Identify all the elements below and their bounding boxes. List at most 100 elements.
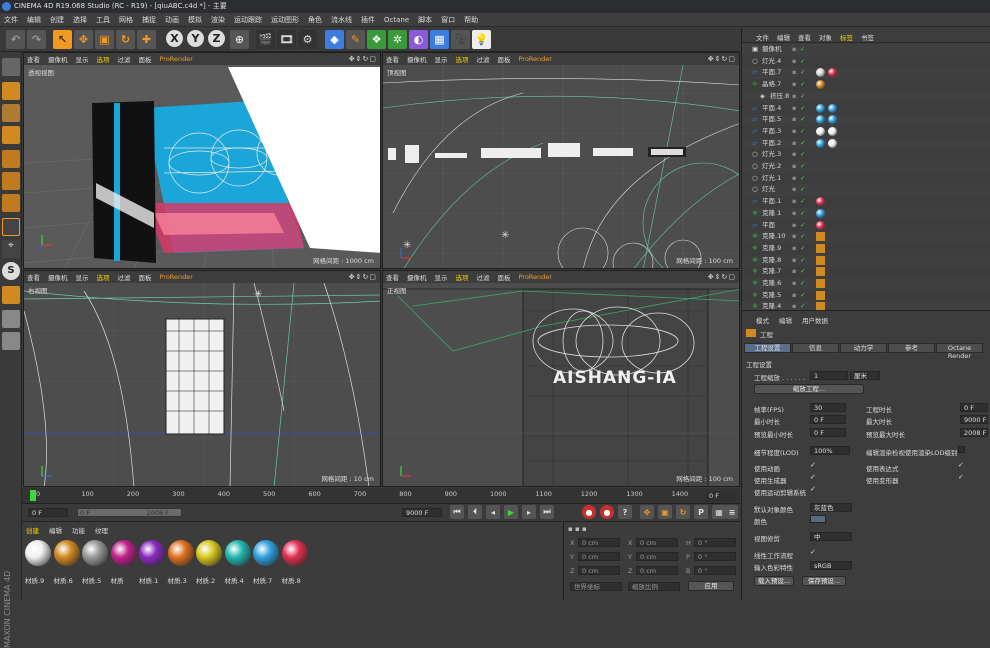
visibility-toggle[interactable]: ▪ <box>792 173 796 185</box>
view-clipping-select[interactable]: 中 <box>810 532 852 541</box>
material-tag[interactable] <box>816 80 825 90</box>
material-ball[interactable] <box>53 540 80 566</box>
viewport-menu-item[interactable]: 面板 <box>498 54 511 64</box>
viewport-menu-item[interactable]: 过滤 <box>118 54 131 64</box>
visibility-toggle[interactable]: ▪ <box>792 290 796 302</box>
attribute-subtab[interactable]: 动力学 <box>840 343 887 353</box>
pla-key-icon[interactable]: ▦ <box>712 505 726 519</box>
material-tag[interactable] <box>828 68 837 78</box>
material-ball[interactable] <box>167 540 194 566</box>
menu-item[interactable]: 运动跟踪 <box>234 15 262 25</box>
preview-min-field[interactable]: 0 F <box>810 428 846 437</box>
material-tag[interactable] <box>816 138 825 148</box>
object-name[interactable]: 平面.3 <box>762 126 781 138</box>
menu-item[interactable]: 文件 <box>4 15 18 25</box>
enabled-check[interactable]: ✓ <box>800 67 805 79</box>
visibility-toggle[interactable]: ▪ <box>792 266 796 278</box>
array-icon[interactable]: ✲ <box>388 30 407 49</box>
save-preset-button[interactable]: 保存预设... <box>802 576 846 586</box>
material-ball[interactable] <box>196 540 222 566</box>
menu-item[interactable]: 网格 <box>119 15 133 25</box>
object-name[interactable]: 摄像机 <box>762 44 782 56</box>
viewport-menu-item[interactable]: 显示 <box>435 54 448 64</box>
visibility-toggle[interactable]: ▪ <box>792 184 796 196</box>
enabled-check[interactable]: ✓ <box>800 231 805 243</box>
texture-tag-icon[interactable] <box>816 290 825 300</box>
use-animation-checkbox[interactable]: ✓ <box>810 462 817 469</box>
cube-icon[interactable]: ◆ <box>325 30 344 49</box>
y-axis-lock-icon[interactable]: Y <box>187 30 204 47</box>
attribute-subtab[interactable]: 参考 <box>888 343 935 353</box>
coord-field[interactable]: 0 ° <box>694 538 736 547</box>
enabled-check[interactable]: ✓ <box>800 138 805 150</box>
object-name[interactable]: 灯光.1 <box>762 173 781 185</box>
material-tag[interactable] <box>828 126 837 136</box>
use-expressions-checkbox[interactable]: ✓ <box>958 462 965 469</box>
enabled-check[interactable]: ✓ <box>800 173 805 185</box>
parameter-key-icon[interactable]: P <box>694 505 708 519</box>
object-row[interactable]: ○ 灯光.2 ▪ ✓ <box>742 161 990 173</box>
timeline-menu-icon[interactable]: ≡ <box>726 505 738 519</box>
object-row[interactable]: ▱ 平面 ▪ ✓ <box>742 220 990 232</box>
menu-item[interactable]: 创建 <box>50 15 64 25</box>
enabled-check[interactable]: ✓ <box>800 266 805 278</box>
color-swatch[interactable] <box>810 515 826 523</box>
object-menu-item[interactable]: 编辑 <box>777 32 790 42</box>
render-view-icon[interactable]: 🎬 <box>256 30 275 49</box>
enabled-check[interactable]: ✓ <box>800 243 805 255</box>
menu-item[interactable]: 渲染 <box>211 15 225 25</box>
coord-field[interactable]: 0 cm <box>636 566 678 575</box>
object-row[interactable]: ❖ 克隆.7 ▪ ✓ <box>742 266 990 278</box>
magnet-icon[interactable] <box>2 286 20 304</box>
object-row[interactable]: ▱ 平面.3 ▪ ✓ <box>742 126 990 138</box>
coordinate-mode-select[interactable]: 世界坐标 <box>570 582 622 591</box>
grid-icon[interactable] <box>2 332 20 350</box>
scale-icon[interactable]: ▣ <box>95 30 114 49</box>
viewport-menu-item[interactable]: 查看 <box>386 54 399 64</box>
object-menu-item[interactable]: 标签 <box>840 32 853 42</box>
preview-range-slider[interactable]: 0 F 2008 F <box>77 508 182 517</box>
material-ball[interactable] <box>139 540 165 566</box>
previous-frame-icon[interactable]: ◂ <box>486 505 500 519</box>
light-icon[interactable]: 💡 <box>472 30 491 49</box>
coord-field[interactable]: 0 cm <box>578 566 620 575</box>
coord-field[interactable]: 0 cm <box>636 538 678 547</box>
lod-field[interactable]: 100% <box>810 446 850 455</box>
workplane-mode-icon[interactable] <box>2 126 20 144</box>
keyframe-selection-icon[interactable]: ? <box>618 505 632 519</box>
object-name[interactable]: 克隆.6 <box>762 278 781 290</box>
renderer-label[interactable]: ProRender <box>519 55 552 63</box>
visibility-toggle[interactable]: ▪ <box>792 278 796 290</box>
object-name[interactable]: 灯光.4 <box>762 56 781 68</box>
object-row[interactable]: ○ 灯光.1 ▪ ✓ <box>742 173 990 185</box>
model-mode-icon[interactable] <box>2 82 20 100</box>
material-tag[interactable] <box>816 197 825 207</box>
max-time-field[interactable]: 9000 F <box>960 415 988 424</box>
render-lod-checkbox[interactable] <box>958 446 965 453</box>
visibility-toggle[interactable]: ▪ <box>792 196 796 208</box>
fps-field[interactable]: 30 <box>810 403 846 412</box>
renderer-label[interactable]: ProRender <box>160 273 193 281</box>
deformer-icon[interactable]: ◐ <box>409 30 428 49</box>
enabled-check[interactable]: ✓ <box>800 126 805 138</box>
visibility-toggle[interactable]: ▪ <box>792 114 796 126</box>
enabled-check[interactable]: ✓ <box>800 208 805 220</box>
scale-mode-select[interactable]: 缩放比例 <box>628 582 680 591</box>
enabled-check[interactable]: ✓ <box>800 44 805 56</box>
visibility-toggle[interactable]: ▪ <box>792 44 796 56</box>
enabled-check[interactable]: ✓ <box>800 161 805 173</box>
scale-project-button[interactable]: 缩放工程... <box>754 384 864 394</box>
current-frame-field[interactable]: 0 F <box>706 491 736 501</box>
object-name[interactable]: 平面.2 <box>762 138 781 150</box>
object-name[interactable]: 克隆.7 <box>762 266 781 278</box>
project-unit-select[interactable]: 厘米 <box>850 371 880 380</box>
workplane-lock-icon[interactable] <box>2 310 20 328</box>
viewport-menu-item[interactable]: 查看 <box>386 272 399 282</box>
viewport-menu-item[interactable]: 面板 <box>139 54 152 64</box>
menu-item[interactable]: 动画 <box>165 15 179 25</box>
attribute-subtab[interactable]: Octane Render <box>936 343 983 360</box>
visibility-toggle[interactable]: ▪ <box>792 255 796 267</box>
viewport-menu-item[interactable]: 查看 <box>27 272 40 282</box>
use-deformers-checkbox[interactable]: ✓ <box>958 474 965 481</box>
camera-icon[interactable]: 🎥 <box>451 30 470 49</box>
